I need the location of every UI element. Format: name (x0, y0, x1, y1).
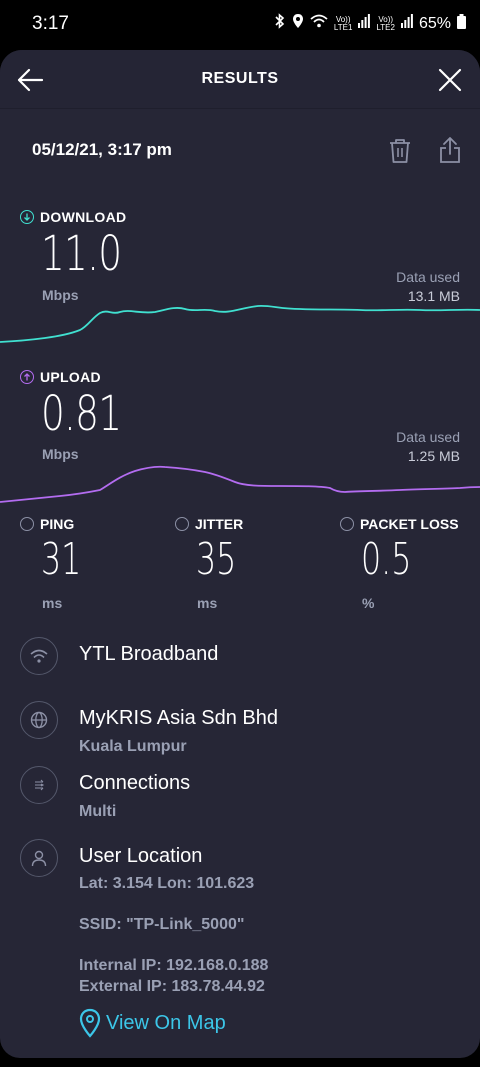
ping-unit: ms (42, 595, 63, 611)
user-icon (20, 839, 58, 877)
connections-row: Connections Multi (20, 766, 460, 820)
packet-loss-unit: % (362, 595, 375, 611)
bluetooth-icon (274, 13, 286, 34)
results-header: RESULTS (0, 50, 480, 109)
upload-data-used-label: Data used (396, 429, 460, 445)
share-icon[interactable] (438, 136, 462, 164)
lte2-label: LTE2 (376, 22, 395, 32)
isp-row: YTL Broadband (20, 637, 460, 677)
download-graph (0, 304, 480, 343)
download-label: DOWNLOAD (20, 209, 126, 225)
packet-loss-icon (340, 517, 354, 531)
ping-value: 31 (41, 534, 82, 585)
ssid: SSID: "TP-Link_5000" (79, 916, 245, 933)
ping-label: PING (20, 516, 74, 532)
external-ip: External IP: 183.78.44.92 (79, 978, 265, 995)
page-title: RESULTS (201, 70, 279, 87)
download-label-text: DOWNLOAD (40, 209, 127, 225)
battery-icon (457, 13, 466, 34)
download-value: 11.0 (41, 226, 122, 282)
map-pin-icon (79, 1008, 101, 1038)
view-on-map-label: View On Map (106, 1011, 226, 1034)
status-bar: 3:17 Vo)) LTE1 Vo)) LTE2 65% (0, 0, 480, 48)
signal-bars-1-icon (358, 14, 371, 33)
user-location-title: User Location (79, 845, 203, 867)
close-icon[interactable] (438, 68, 462, 92)
ping-icon (20, 517, 34, 531)
server-city: Kuala Lumpur (79, 738, 187, 755)
packet-loss-label: PACKET LOSS (340, 516, 459, 532)
jitter-value: 35 (196, 534, 237, 585)
view-on-map-link[interactable]: View On Map (78, 1008, 226, 1038)
test-datetime: 05/12/21, 3:17 pm (32, 140, 172, 159)
isp-name: YTL Broadband (79, 643, 219, 665)
download-arrow-icon (20, 210, 34, 224)
ping-label-text: PING (40, 516, 75, 532)
connections-title: Connections (79, 772, 191, 794)
jitter-label-text: JITTER (195, 516, 244, 532)
signal-sim1: Vo)) LTE1 (333, 15, 353, 32)
status-icons: Vo)) LTE1 Vo)) LTE2 65% (274, 13, 466, 34)
location-pin-icon (292, 13, 304, 34)
packet-loss-label-text: PACKET LOSS (360, 516, 459, 532)
packet-loss-value: 0.5 (361, 534, 412, 585)
user-location-coords: Lat: 3.154 Lon: 101.623 (79, 875, 255, 892)
jitter-unit: ms (197, 595, 218, 611)
user-location-row: User Location Lat: 3.154 Lon: 101.623 SS… (20, 839, 460, 999)
internal-ip: Internal IP: 192.168.0.188 (79, 957, 269, 974)
status-time: 3:17 (32, 13, 69, 34)
jitter-icon (175, 517, 189, 531)
server-name: MyKRIS Asia Sdn Bhd (79, 707, 278, 729)
globe-icon (20, 701, 58, 739)
jitter-label: JITTER (175, 516, 243, 532)
results-sheet: RESULTS 05/12/21, 3:17 pm DOWNLOAD 11.0 … (0, 50, 480, 1058)
upload-label: UPLOAD (20, 369, 101, 385)
wifi-circle-icon (20, 637, 58, 675)
battery-percent: 65% (418, 14, 451, 32)
download-data-used-label: Data used (396, 269, 460, 285)
upload-label-text: UPLOAD (40, 369, 101, 385)
signal-bars-2-icon (400, 14, 413, 33)
connections-icon (20, 766, 58, 804)
trash-icon[interactable] (388, 138, 412, 164)
server-row: MyKRIS Asia Sdn Bhd Kuala Lumpur (20, 701, 460, 755)
signal-sim2: Vo)) LTE2 (376, 15, 395, 32)
upload-graph (0, 465, 480, 503)
wifi-icon (310, 14, 328, 33)
connections-value: Multi (79, 803, 117, 820)
lte1-label: LTE1 (333, 22, 353, 32)
upload-value: 0.81 (41, 386, 122, 442)
upload-arrow-icon (20, 370, 34, 384)
